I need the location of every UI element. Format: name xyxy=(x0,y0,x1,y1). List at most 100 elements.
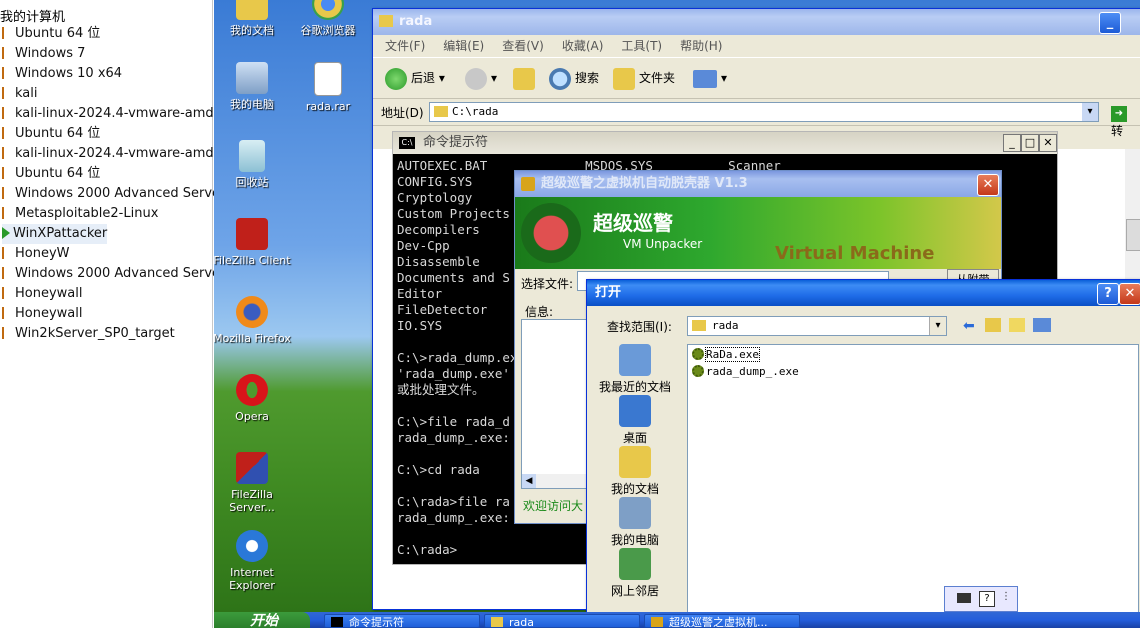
desktop-icon-my-documents[interactable]: 我的文档 xyxy=(212,0,292,37)
file-list[interactable]: RaDa.exe rada_dump_.exe xyxy=(687,344,1139,614)
desktop-icon-my-computer[interactable]: 我的电脑 xyxy=(212,62,292,111)
vm-list-item[interactable]: Windows 2000 Advanced Server xyxy=(2,184,225,204)
minimize-button[interactable]: _ xyxy=(1099,12,1121,34)
unpacker-titlebar[interactable]: 超级巡警之虚拟机自动脱壳器 V1.3 ✕ xyxy=(515,171,1001,197)
back-button[interactable]: 后退 ▾ xyxy=(385,66,445,90)
radar-logo-icon xyxy=(521,203,581,263)
vm-icon xyxy=(2,207,12,219)
chevron-down-icon[interactable]: ▾ xyxy=(1082,103,1098,121)
opera-icon xyxy=(236,374,268,406)
options-chevron-icon[interactable]: ⋮ xyxy=(1001,591,1011,602)
menu-item[interactable]: 编辑(E) xyxy=(443,39,484,53)
go-button[interactable]: ➜ 转 xyxy=(1111,103,1140,138)
vm-list-item[interactable]: Ubuntu 64 位 xyxy=(2,164,100,184)
address-bar: 地址(D) C:\rada ▾ ➜ 转 xyxy=(373,99,1140,138)
scrollbar-thumb[interactable] xyxy=(1126,219,1140,251)
minimize-button[interactable]: _ xyxy=(1003,134,1021,152)
vm-list-item[interactable]: Metasploitable2-Linux xyxy=(2,204,158,224)
open-file-dialog[interactable]: 打开 ? ✕ 查找范围(I): rada ▾ ⬅ 我最近的文档 桌面 我的文档 我的电… xyxy=(586,279,1140,614)
desktop-icon-internet-explorer[interactable]: Internet Explorer xyxy=(212,530,292,592)
folder-icon xyxy=(434,106,448,117)
vm-icon xyxy=(2,167,12,179)
desktop-icon-filezilla-server[interactable]: FileZilla Server... xyxy=(212,452,292,514)
chevron-left-icon[interactable]: ◀ xyxy=(522,474,536,488)
vm-list-item[interactable]: kali xyxy=(2,84,38,104)
vm-list-item[interactable]: Windows 2000 Advanced Server xyxy=(2,264,225,284)
up-folder-button[interactable] xyxy=(513,66,539,90)
recent-documents-place[interactable]: 我最近的文档 xyxy=(587,344,683,395)
cmd-titlebar[interactable]: C:\ 命令提示符 _ □ ✕ xyxy=(393,132,1057,154)
file-item[interactable]: RaDa.exe xyxy=(692,347,760,363)
explorer-titlebar[interactable]: rada _ xyxy=(373,9,1140,35)
vm-list-item[interactable]: Windows 10 x64 xyxy=(2,64,122,84)
vm-list-item[interactable]: Ubuntu 64 位 xyxy=(2,24,100,44)
places-bar: 我最近的文档 桌面 我的文档 我的电脑 网上邻居 xyxy=(587,340,683,612)
language-bar[interactable]: ? ⋮ xyxy=(944,586,1018,612)
vm-list-item[interactable]: kali-linux-2024.4-vmware-amd64 xyxy=(2,144,230,164)
desktop-icon-recycle-bin[interactable]: 回收站 xyxy=(212,140,292,189)
views-button[interactable]: ▾ xyxy=(693,66,727,90)
views-menu-icon[interactable] xyxy=(1033,318,1051,332)
search-button[interactable]: 搜索 xyxy=(549,66,599,90)
vm-icon xyxy=(2,267,12,279)
vm-list-item[interactable]: Win2kServer_SP0_target xyxy=(2,324,175,344)
task-cmd[interactable]: 命令提示符 xyxy=(324,614,480,628)
look-in-select[interactable]: rada ▾ xyxy=(687,316,947,336)
filezilla-server-icon xyxy=(236,452,268,484)
up-folder-icon[interactable] xyxy=(985,318,1001,332)
back-arrow-icon[interactable]: ⬅ xyxy=(963,318,975,334)
go-arrow-icon: ➜ xyxy=(1111,106,1127,122)
vm-list-item[interactable]: Windows 7 xyxy=(2,44,85,64)
archive-file-icon xyxy=(314,62,342,96)
forward-button[interactable]: ▾ xyxy=(465,66,497,90)
start-button[interactable]: 开始 xyxy=(214,612,310,629)
menu-item[interactable]: 查看(V) xyxy=(502,39,544,53)
vm-icon xyxy=(2,107,12,119)
maximize-button[interactable]: □ xyxy=(1021,134,1039,152)
menu-item[interactable]: 文件(F) xyxy=(385,39,425,53)
folders-button[interactable]: 文件夹 xyxy=(613,66,675,90)
vm-icon xyxy=(2,287,12,299)
desktop-icon-rada-rar[interactable]: rada.rar xyxy=(288,62,368,113)
search-icon xyxy=(549,67,571,90)
address-input[interactable]: C:\rada ▾ xyxy=(429,102,1099,122)
open-dialog-titlebar[interactable]: 打开 ? ✕ xyxy=(587,280,1140,306)
unpacker-banner: 超级巡警 VM Unpacker Virtual Machine xyxy=(515,197,1001,269)
new-folder-icon[interactable] xyxy=(1009,318,1025,332)
help-icon[interactable]: ? xyxy=(979,591,995,607)
unpacker-title: 超级巡警之虚拟机自动脱壳器 V1.3 xyxy=(541,176,748,191)
folder-icon xyxy=(379,15,393,27)
vm-icon xyxy=(2,327,12,339)
desktop-icon-opera[interactable]: Opera xyxy=(212,374,292,423)
desktop-icon xyxy=(619,395,651,427)
desktop-place[interactable]: 桌面 xyxy=(587,395,683,446)
my-documents-place[interactable]: 我的文档 xyxy=(587,446,683,497)
my-computer-place[interactable]: 我的电脑 xyxy=(587,497,683,548)
desktop-icon-filezilla-client[interactable]: FileZilla Client xyxy=(212,218,292,267)
help-button[interactable]: ? xyxy=(1097,283,1119,305)
network-places-place[interactable]: 网上邻居 xyxy=(587,548,683,599)
chevron-down-icon[interactable]: ▾ xyxy=(929,317,946,335)
file-item[interactable]: rada_dump_.exe xyxy=(692,364,799,380)
menu-item[interactable]: 工具(T) xyxy=(621,39,662,53)
cmd-icon: C:\ xyxy=(399,137,415,149)
task-unpacker[interactable]: 超级巡警之虚拟机... xyxy=(644,614,800,628)
vm-list-item[interactable]: Honeywall xyxy=(2,304,82,324)
desktop-icon-chrome[interactable]: 谷歌浏览器 xyxy=(288,0,368,37)
close-button[interactable]: ✕ xyxy=(1119,283,1140,305)
close-button[interactable]: ✕ xyxy=(1039,134,1057,152)
vm-list-item[interactable]: Honeywall xyxy=(2,284,82,304)
recycle-bin-icon xyxy=(239,140,265,172)
network-icon xyxy=(619,548,651,580)
vm-icon xyxy=(2,47,12,59)
task-rada-explorer[interactable]: rada xyxy=(484,614,640,628)
vm-list-item[interactable]: WinXPattacker xyxy=(2,224,108,244)
vm-list-item[interactable]: Ubuntu 64 位 xyxy=(2,124,100,144)
vm-list-item[interactable]: HoneyW xyxy=(2,244,70,264)
menu-item[interactable]: 收藏(A) xyxy=(562,39,604,53)
desktop-icon-firefox[interactable]: Mozilla Firefox xyxy=(212,296,292,345)
close-button[interactable]: ✕ xyxy=(977,174,999,196)
vm-list-item[interactable]: kali-linux-2024.4-vmware-amd64 xyxy=(2,104,230,124)
menu-item[interactable]: 帮助(H) xyxy=(680,39,722,53)
keyboard-icon[interactable] xyxy=(957,593,971,603)
